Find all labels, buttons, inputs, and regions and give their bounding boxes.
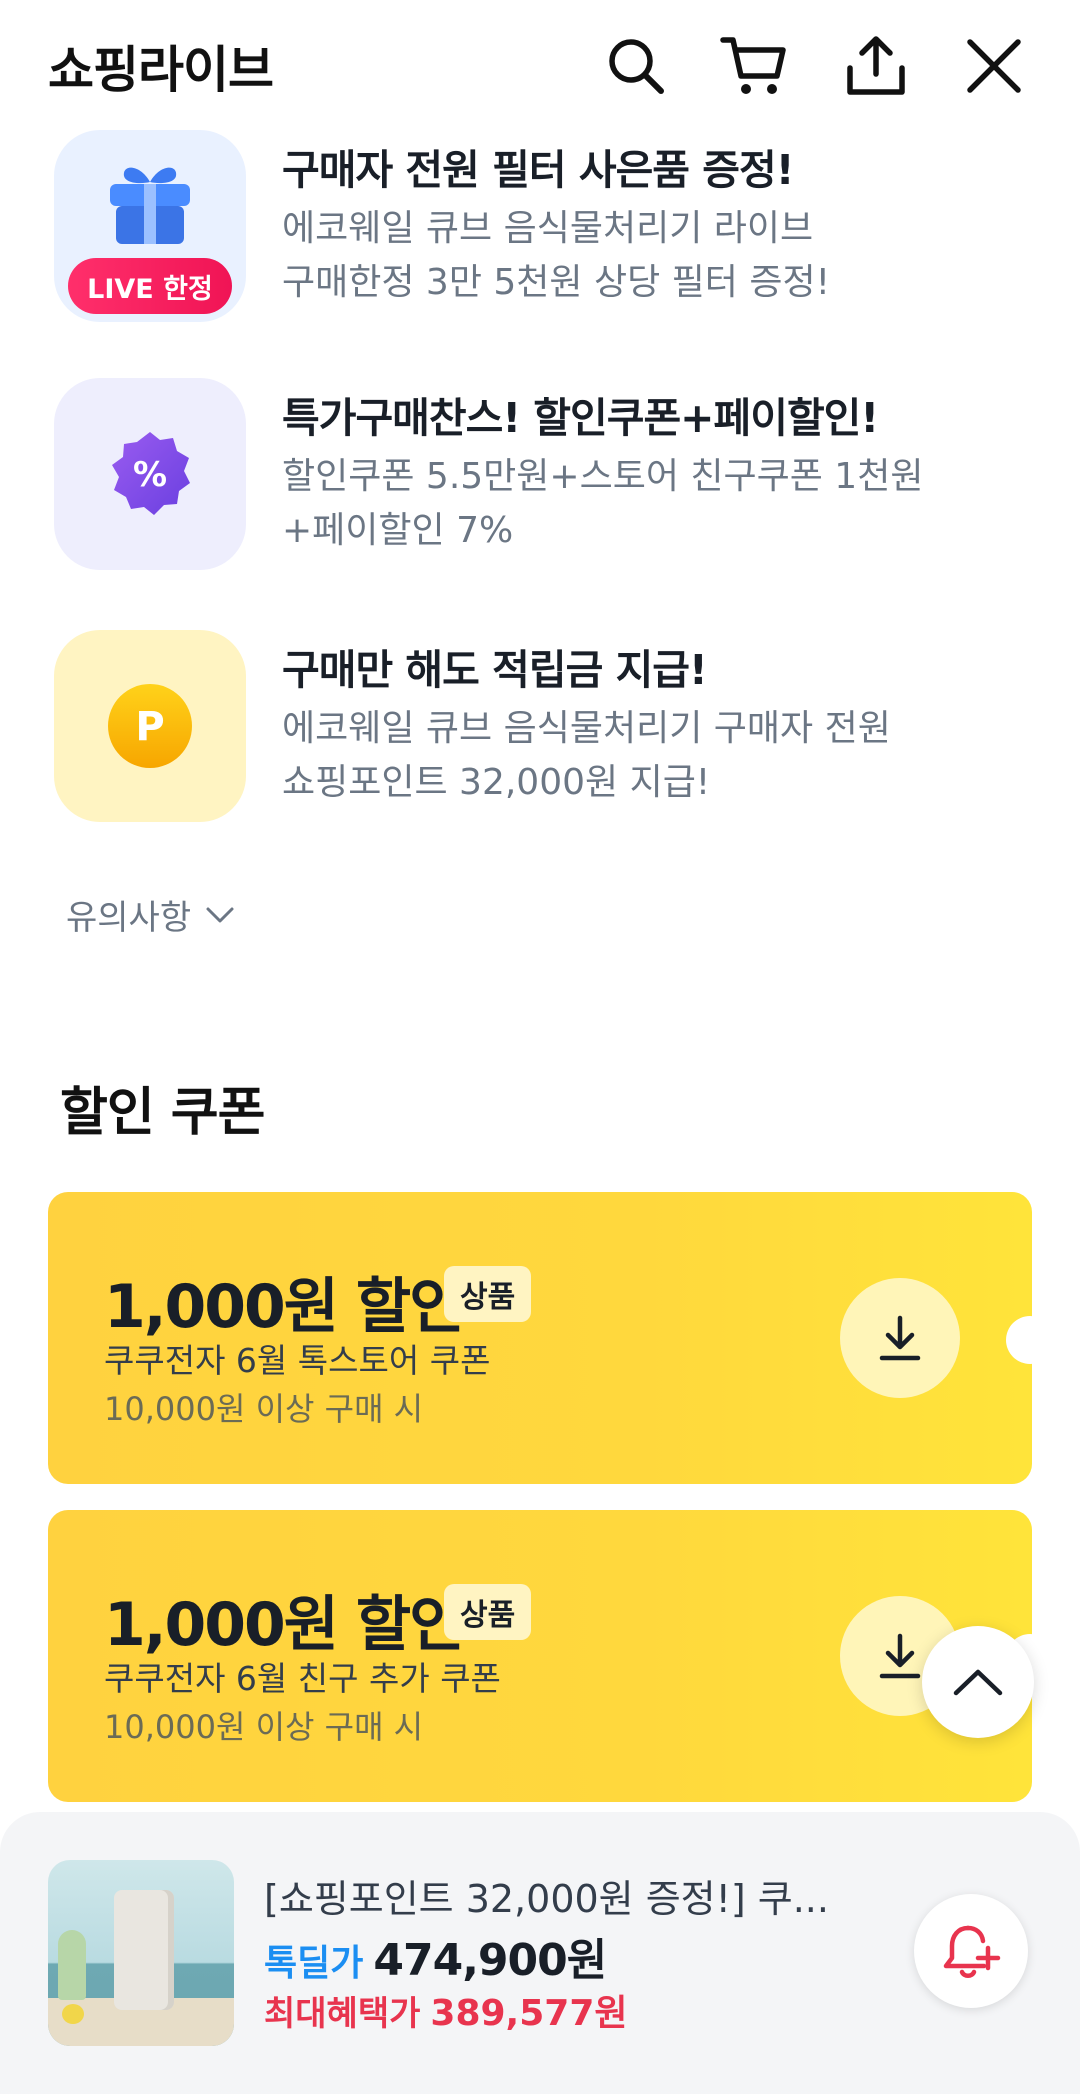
coupon-card: 1,000원 할인 상품 쿠쿠전자 6월 친구 추가 쿠폰 10,000원 이상… bbox=[48, 1510, 1032, 1802]
benefit-description: 에코웨일 큐브 음식물처리기 구매자 전원 쇼핑포인트 32,000원 지급! bbox=[282, 702, 891, 810]
coupon-condition: 10,000원 이상 구매 시 bbox=[104, 1708, 424, 1746]
benefit-tile: % bbox=[54, 378, 246, 570]
coupon-amount: 1,000원 할인 bbox=[104, 1272, 464, 1342]
top-header: 쇼핑라이브 bbox=[0, 0, 1080, 132]
price-value: 474,900원 bbox=[373, 1935, 607, 1986]
benefit-desc-line: 구매한정 3만 5천원 상당 필터 증정! bbox=[282, 262, 831, 303]
search-icon[interactable] bbox=[600, 30, 672, 102]
benefit-tile: P bbox=[54, 630, 246, 822]
benefit-title: 구매자 전원 필터 사은품 증정! bbox=[282, 146, 794, 194]
coupon-download-button[interactable] bbox=[840, 1278, 960, 1398]
point-glyph: P bbox=[135, 704, 164, 750]
coupon-name: 쿠쿠전자 6월 톡스토어 쿠폰 bbox=[104, 1341, 491, 1380]
coupon-amount: 1,000원 할인 bbox=[104, 1590, 464, 1660]
product-thumbnail[interactable] bbox=[48, 1860, 234, 2046]
product-title[interactable]: [쇼핑포인트 32,000원 증정!] 쿠... bbox=[264, 1868, 829, 1923]
scroll-top-button[interactable] bbox=[922, 1626, 1034, 1738]
benefit-item: % 특가구매찬스! 할인쿠폰+페이할인! 할인쿠폰 5.5만원+스토어 친구쿠폰… bbox=[0, 378, 1080, 578]
coupon-type-tag: 상품 bbox=[444, 1584, 532, 1640]
close-icon[interactable] bbox=[958, 30, 1030, 102]
max-benefit-label: 최대혜택가 bbox=[264, 1994, 421, 2034]
percent-badge-icon: % bbox=[112, 432, 190, 515]
gift-icon bbox=[110, 167, 190, 244]
benefit-tile: LIVE 한정 bbox=[54, 130, 246, 322]
benefit-title: 구매만 해도 적립금 지급! bbox=[282, 646, 708, 694]
download-icon bbox=[879, 1315, 921, 1361]
coupon-condition: 10,000원 이상 구매 시 bbox=[104, 1390, 424, 1428]
product-bottom-bar[interactable]: [쇼핑포인트 32,000원 증정!] 쿠... 톡딜가 474,900원 최대… bbox=[0, 1812, 1080, 2094]
share-icon[interactable] bbox=[840, 30, 912, 102]
alarm-add-button[interactable] bbox=[914, 1894, 1028, 2008]
bell-plus-icon bbox=[943, 1925, 1001, 1978]
coupon-card: 1,000원 할인 상품 쿠쿠전자 6월 톡스토어 쿠폰 10,000원 이상 … bbox=[48, 1192, 1032, 1484]
max-benefit-price: 389,577원 bbox=[430, 1993, 628, 2034]
point-coin-icon: P bbox=[108, 684, 192, 768]
thumbnail-product bbox=[114, 1890, 174, 2010]
price-row: 톡딜가 474,900원 bbox=[264, 1924, 607, 1988]
max-benefit-row: 최대혜택가 389,577원 bbox=[264, 1984, 628, 2036]
cart-icon[interactable] bbox=[718, 30, 790, 102]
chevron-down-icon bbox=[206, 907, 234, 922]
download-icon bbox=[879, 1633, 921, 1679]
benefit-desc-line: 쇼핑포인트 32,000원 지급! bbox=[282, 762, 711, 803]
benefit-desc-line: 에코웨일 큐브 음식물처리기 구매자 전원 bbox=[282, 708, 891, 749]
notice-toggle[interactable]: 유의사항 bbox=[66, 890, 235, 939]
benefit-desc-line: 할인쿠폰 5.5만원+스토어 친구쿠폰 1천원 bbox=[282, 456, 924, 497]
thumbnail-lemon bbox=[62, 2004, 84, 2024]
benefit-title: 특가구매찬스! 할인쿠폰+페이할인! bbox=[282, 394, 879, 442]
coupon-type-tag: 상품 bbox=[444, 1266, 532, 1322]
coupon-notch bbox=[1006, 1316, 1032, 1364]
benefit-desc-line: 에코웨일 큐브 음식물처리기 라이브 bbox=[282, 208, 814, 249]
benefit-description: 에코웨일 큐브 음식물처리기 라이브 구매한정 3만 5천원 상당 필터 증정! bbox=[282, 202, 830, 310]
benefit-desc-line: +페이할인 7% bbox=[282, 510, 514, 551]
percent-glyph: % bbox=[133, 455, 167, 495]
benefit-item: LIVE 한정 구매자 전원 필터 사은품 증정! 에코웨일 큐브 음식물처리기… bbox=[0, 130, 1080, 330]
thumbnail-plant bbox=[58, 1930, 86, 2000]
page-title: 쇼핑라이브 bbox=[48, 41, 274, 99]
coupon-name: 쿠쿠전자 6월 친구 추가 쿠폰 bbox=[104, 1659, 501, 1698]
benefit-description: 할인쿠폰 5.5만원+스토어 친구쿠폰 1천원 +페이할인 7% bbox=[282, 450, 923, 558]
chevron-up-icon bbox=[953, 1669, 1003, 1696]
coupon-section-title: 할인 쿠폰 bbox=[60, 1083, 265, 1143]
benefit-item: P 구매만 해도 적립금 지급! 에코웨일 큐브 음식물처리기 구매자 전원 쇼… bbox=[0, 630, 1080, 830]
notice-label: 유의사항 bbox=[66, 898, 192, 938]
price-label: 톡딜가 bbox=[264, 1943, 364, 1984]
live-limited-badge: LIVE 한정 bbox=[68, 258, 232, 314]
